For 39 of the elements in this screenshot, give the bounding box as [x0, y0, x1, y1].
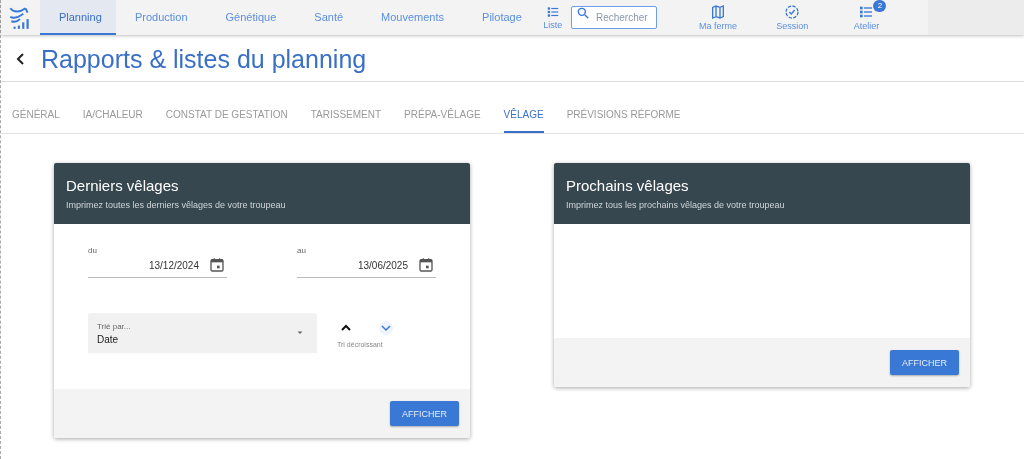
- nav-tab[interactable]: Mouvements: [362, 0, 464, 35]
- tab[interactable]: CONSTAT DE GESTATION: [165, 95, 288, 133]
- date-field[interactable]: au 13/06/2025: [297, 246, 436, 278]
- list-icon: [858, 4, 875, 20]
- tab[interactable]: GÉNÉRAL: [12, 95, 60, 133]
- calendar-icon: [418, 257, 434, 273]
- nav-tab[interactable]: Santé: [295, 0, 363, 35]
- list-button[interactable]: Liste: [540, 0, 565, 35]
- nav-tab[interactable]: Production: [115, 0, 207, 35]
- show-button[interactable]: AFFICHER: [390, 401, 459, 426]
- calendar-icon: [209, 257, 225, 273]
- tab[interactable]: TARISSEMENT: [310, 95, 382, 133]
- map-button[interactable]: Ma ferme: [680, 0, 756, 35]
- list-icon: [545, 5, 560, 19]
- card-subtitle: Imprimez tous les prochains vêlages de votre troupeau: [566, 200, 786, 210]
- card-title: Prochains vêlages: [566, 177, 690, 194]
- chevron-down-icon: [379, 322, 393, 334]
- list-button[interactable]: 2 Atelier: [829, 0, 904, 35]
- card-subtitle: Imprimez toutes les derniers vêlages de votre troupeau: [66, 200, 287, 210]
- tab[interactable]: VÊLAGE: [503, 95, 544, 133]
- back-icon: [16, 53, 26, 65]
- nav-tab[interactable]: Planning: [39, 0, 116, 35]
- session-button[interactable]: Session: [755, 0, 830, 35]
- show-button[interactable]: AFFICHER: [890, 350, 959, 375]
- card-title: Derniers vêlages: [66, 177, 180, 194]
- map-icon: [710, 4, 726, 20]
- tab[interactable]: PRÉPA-VÊLAGE: [404, 95, 481, 133]
- count-badge: 2: [873, 0, 887, 12]
- search-field[interactable]: Rechercher: [570, 6, 657, 29]
- nav-tab[interactable]: Génétique: [206, 0, 296, 35]
- check-circle-icon: [784, 4, 801, 20]
- page-title: Rapports & listes du planning: [41, 44, 367, 74]
- sort-dropdown[interactable]: Trié par... Date: [88, 313, 317, 353]
- search-icon: [575, 6, 590, 20]
- sort-descending-button[interactable]: [379, 321, 393, 335]
- date-field[interactable]: du 13/12/2024: [88, 246, 227, 278]
- tab[interactable]: PRÉVISIONS RÉFORME: [566, 95, 681, 133]
- nav-tab[interactable]: Pilotage: [463, 0, 541, 35]
- tab[interactable]: IA/CHALEUR: [82, 95, 143, 133]
